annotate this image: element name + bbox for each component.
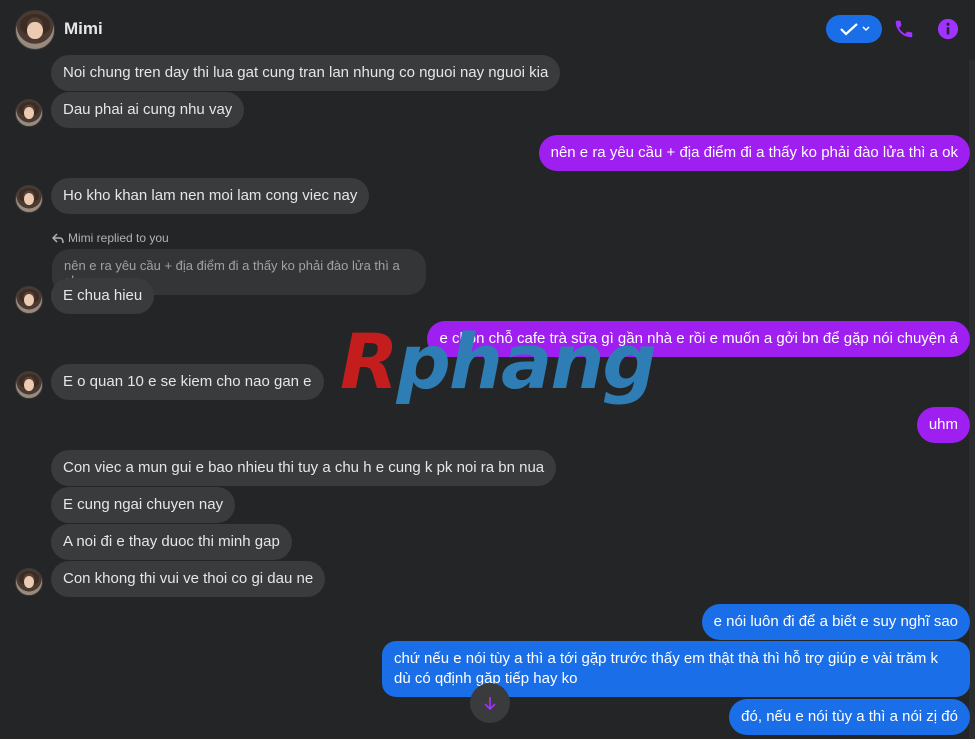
info-icon [937,18,959,40]
message-outgoing[interactable]: uhm [916,407,970,443]
seen-status-button[interactable] [826,15,882,43]
message-incoming[interactable]: Con viec a mun gui e bao nhieu thi tuy a… [51,450,557,486]
message-incoming[interactable]: A noi đi e thay duoc thi minh gap [51,524,292,560]
sender-avatar[interactable] [15,185,43,213]
arrow-down-icon [484,697,496,711]
message-incoming[interactable]: Noi chung tren day thi lua gat cung tran… [51,55,561,91]
message-incoming[interactable]: Dau phai ai cung nhu vay [51,92,245,128]
chevron-down-icon [861,26,870,32]
message-incoming[interactable]: E cung ngai chuyen nay [51,487,236,523]
watermark-first-letter: R [340,317,399,406]
reply-label-text: Mimi replied to you [68,231,169,245]
message-incoming[interactable]: E o quan 10 e se kiem cho nao gan e [51,364,324,400]
chat-header: Mimi [0,0,975,60]
reply-arrow-icon [52,232,64,243]
check-icon [839,23,858,36]
sender-avatar[interactable] [15,371,43,399]
message-incoming[interactable]: E chua hieu [51,278,155,314]
contact-name[interactable]: Mimi [64,19,103,39]
message-outgoing[interactable]: e nói luôn đi để a biết e suy nghĩ sao [701,604,970,640]
sender-avatar[interactable] [15,99,43,127]
message-outgoing[interactable]: đó, nếu e nói tùy a thì a nói zị đó [729,699,970,735]
message-outgoing[interactable]: chứ nếu e nói tùy a thì a tới gặp trước … [382,641,970,697]
scrollbar[interactable] [969,60,975,739]
reply-label: Mimi replied to you [52,231,169,245]
watermark-logo: Rphang [340,322,657,402]
watermark-rest: phang [396,317,657,406]
conversation-info-button[interactable] [937,18,959,45]
message-line: chứ nếu e nói tùy a thì a tới gặp trước … [394,650,939,667]
phone-icon [895,20,913,38]
scroll-to-bottom-button[interactable] [470,683,510,723]
message-outgoing[interactable]: nên e ra yêu cầu + địa điểm đi a thấy ko… [538,135,970,171]
voice-call-button[interactable] [893,18,915,45]
sender-avatar[interactable] [15,568,43,596]
contact-avatar[interactable] [15,10,55,50]
message-incoming[interactable]: Con khong thi vui ve thoi co gi dau ne [51,561,326,597]
message-incoming[interactable]: Ho kho khan lam nen moi lam cong viec na… [51,178,370,214]
sender-avatar[interactable] [15,286,43,314]
